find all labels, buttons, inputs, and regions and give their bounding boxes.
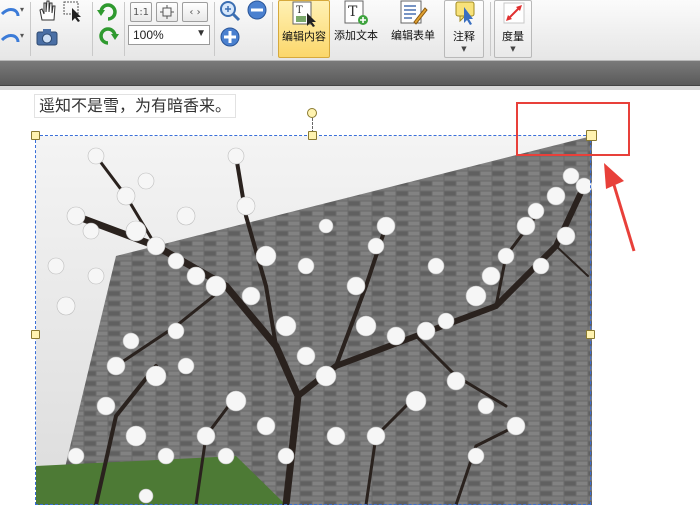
- fit-width-icon: ‹ ›: [189, 6, 201, 18]
- chevron-down-icon: ▼: [196, 28, 206, 39]
- edit-content-label: 编辑内容: [282, 30, 326, 43]
- fit-page-icon: [160, 5, 174, 19]
- actual-size-label: 1:1: [132, 6, 150, 18]
- annotate-label: 注释: [453, 30, 475, 43]
- fit-width-button[interactable]: ‹ ›: [182, 2, 208, 22]
- resize-handle-middle-left[interactable]: [31, 330, 40, 339]
- resize-handle-top-center[interactable]: [308, 131, 317, 140]
- edit-form-button[interactable]: 编辑表单: [386, 0, 440, 58]
- red-highlight-box: [516, 102, 630, 156]
- resize-handle-top-left[interactable]: [31, 131, 40, 140]
- zoom-value: 100%: [133, 28, 164, 42]
- add-text-label: 添加文本: [334, 29, 378, 42]
- plum-blossom-photo-icon: [36, 136, 592, 505]
- zoom-in-icon[interactable]: [218, 0, 242, 22]
- add-text-icon: T: [344, 0, 368, 25]
- plum-blossom-image[interactable]: [36, 136, 592, 505]
- resize-handle-middle-right[interactable]: [586, 330, 595, 339]
- hand-tool-icon[interactable]: [36, 0, 58, 22]
- toolbar-divider-bar: [0, 61, 700, 86]
- rotate-handle[interactable]: [307, 108, 317, 118]
- chevron-down-icon: ▼: [510, 45, 516, 53]
- main-toolbar: ▾ ▾ 1:1 ‹ › 100% ▼ T 编辑内容 T 添加文本 编辑表单 注释…: [0, 0, 700, 61]
- annotate-button[interactable]: 注释 ▼: [444, 0, 484, 58]
- annotate-icon: [455, 1, 475, 25]
- edit-content-button[interactable]: T 编辑内容: [278, 0, 330, 58]
- fit-page-button[interactable]: [156, 2, 178, 22]
- zoom-select[interactable]: 100% ▼: [128, 25, 210, 45]
- red-arrow-annotation-icon: [604, 163, 636, 252]
- svg-text:▾: ▾: [20, 5, 24, 14]
- measure-label: 度量: [502, 30, 524, 43]
- redo-icon[interactable]: ▾ ▾: [0, 2, 26, 46]
- add-text-button[interactable]: T 添加文本: [330, 0, 382, 58]
- svg-text:T: T: [296, 5, 303, 16]
- svg-text:▾: ▾: [20, 31, 24, 40]
- actual-size-button[interactable]: 1:1: [130, 2, 152, 22]
- chevron-down-icon: ▼: [461, 45, 467, 53]
- measure-button[interactable]: 度量 ▼: [494, 0, 532, 58]
- zoom-in-circle-icon[interactable]: [219, 26, 241, 48]
- edit-content-icon: T: [292, 1, 316, 27]
- poem-text-box[interactable]: 遥知不是雪，为有暗香来。: [34, 94, 237, 118]
- camera-icon[interactable]: [36, 28, 58, 46]
- edit-form-label: 编辑表单: [391, 29, 435, 42]
- rotate-cw-icon[interactable]: [96, 0, 120, 22]
- edit-form-icon: [400, 0, 428, 25]
- rotate-ccw-icon[interactable]: [96, 24, 120, 46]
- svg-text:T: T: [348, 4, 358, 20]
- measure-icon: [503, 2, 525, 24]
- zoom-out-icon[interactable]: [246, 0, 268, 22]
- select-tool-icon[interactable]: [62, 0, 86, 22]
